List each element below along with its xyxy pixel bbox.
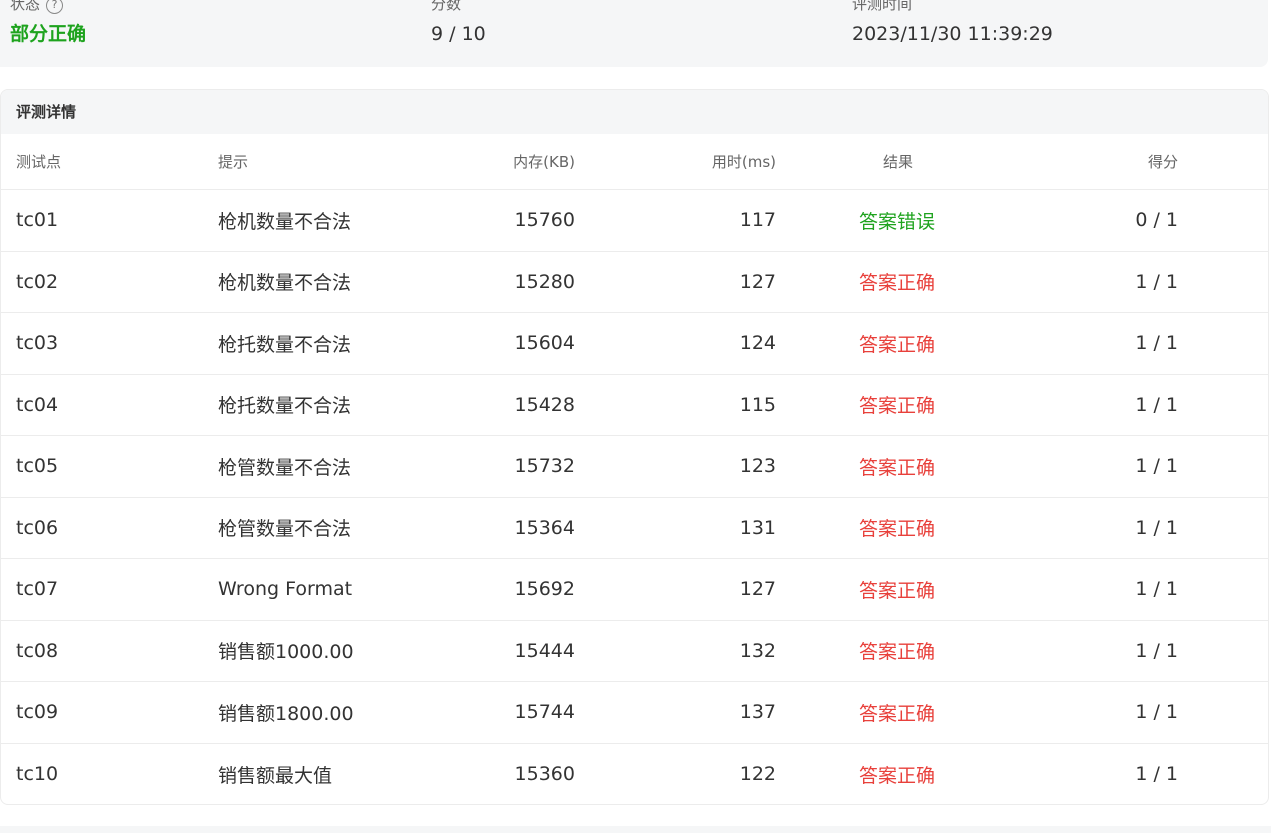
table-row: tc04 枪托数量不合法 15428 115 答案正确 1 / 1 [1,375,1268,436]
test-case-id: tc01 [16,209,59,232]
next-section-edge [0,826,1271,833]
test-case-score: 1 / 1 [1135,578,1178,601]
table-body: tc01 枪机数量不合法 15760 117 答案错误 0 / 1 tc02 枪机数量不合法 1… [1,190,1268,805]
table-row: tc05 枪管数量不合法 15732 123 答案正确 1 / 1 [1,436,1268,498]
judge-result: 答案正确 [859,333,936,356]
test-case-id: tc07 [16,578,59,601]
memory-usage: 15360 [514,763,575,786]
time-usage: 123 [739,455,776,478]
test-case-hint: 枪机数量不合法 [218,210,352,233]
table-row: tc10 销售额最大值 15360 122 答案正确 1 / 1 [1,744,1268,805]
test-case-hint: 枪管数量不合法 [218,456,352,479]
judge-details-card: 评测详情 测试点 提示 内存(KB) 用时(ms) 结果 得分 tc01 枪机数量… [0,89,1269,805]
judge-result: 答案正确 [859,764,936,787]
memory-usage: 15364 [514,516,575,539]
test-case-hint: Wrong Format [218,578,353,601]
time-usage: 137 [739,701,776,724]
judge-result: 答案错误 [859,210,936,233]
table-row: tc01 枪机数量不合法 15760 117 答案错误 0 / 1 [1,190,1268,252]
time-usage: 122 [739,763,776,786]
table-row: tc06 枪管数量不合法 15364 131 答案正确 1 / 1 [1,498,1268,559]
column-header-score: 得分 [1147,153,1178,171]
column-header-case: 测试点 [16,153,62,171]
test-case-hint: 销售额1800.00 [218,702,354,725]
memory-usage: 15732 [514,455,575,478]
score-label: 分数 [431,0,462,13]
test-case-score: 1 / 1 [1135,455,1178,478]
status-value: 部分正确 [10,23,87,45]
time-usage: 132 [739,639,776,662]
judge-result: 答案正确 [859,702,936,725]
time-usage: 115 [739,393,776,416]
table-row: tc08 销售额1000.00 15444 132 答案正确 1 / 1 [1,621,1268,682]
test-case-hint: 销售额最大值 [218,764,333,787]
test-case-score: 1 / 1 [1135,701,1178,724]
submission-summary: 状态? 部分正确 分数 9 / 10 评测时间 2023/11/30 11:39… [0,0,1268,67]
judge-result: 答案正确 [859,579,936,602]
question-circle-icon[interactable]: ? [46,0,64,14]
judge-result: 答案正确 [859,641,936,664]
time-usage: 124 [739,332,776,355]
memory-usage: 15604 [514,332,575,355]
test-case-id: tc03 [16,332,59,355]
test-case-score: 1 / 1 [1135,639,1178,662]
test-case-id: tc10 [16,763,59,786]
table-row: tc03 枪托数量不合法 15604 124 答案正确 1 / 1 [1,313,1268,375]
test-case-id: tc05 [16,455,59,478]
table-header: 测试点 提示 内存(KB) 用时(ms) 结果 得分 [1,134,1268,190]
table-row: tc09 销售额1800.00 15744 137 答案正确 1 / 1 [1,682,1268,744]
memory-usage: 15280 [514,270,575,293]
judge-time-value: 2023/11/30 11:39:29 [852,23,1053,45]
column-header-memory: 内存(KB) [513,153,575,171]
memory-usage: 15428 [514,393,575,416]
score-value: 9 / 10 [431,23,486,45]
judge-result: 答案正确 [859,518,936,541]
memory-usage: 15692 [514,578,575,601]
test-case-id: tc08 [16,639,59,662]
test-case-score: 1 / 1 [1135,270,1178,293]
time-usage: 127 [739,270,776,293]
column-header-hint: 提示 [218,153,249,171]
test-case-id: tc06 [16,516,59,539]
memory-usage: 15444 [514,639,575,662]
time-usage: 117 [739,209,776,232]
status-label-wrap: 状态? [10,0,64,14]
judge-details-title: 评测详情 [1,90,1268,134]
column-header-time: 用时(ms) [711,153,776,171]
status-label: 状态 [10,0,41,13]
column-header-result: 结果 [883,153,914,171]
table-row: tc07 Wrong Format 15692 127 答案正确 1 / 1 [1,559,1268,621]
table-row: tc02 枪机数量不合法 15280 127 答案正确 1 / 1 [1,252,1268,313]
test-case-score: 1 / 1 [1135,516,1178,539]
judge-time-label: 评测时间 [852,0,913,13]
test-case-score: 1 / 1 [1135,763,1178,786]
memory-usage: 15744 [514,701,575,724]
test-case-hint: 枪托数量不合法 [218,333,352,356]
test-case-id: tc09 [16,701,59,724]
time-usage: 127 [739,578,776,601]
test-case-hint: 枪托数量不合法 [218,395,352,418]
test-case-hint: 枪管数量不合法 [218,518,352,541]
test-case-score: 1 / 1 [1135,332,1178,355]
judge-result: 答案正确 [859,272,936,295]
test-case-hint: 销售额1000.00 [218,641,354,664]
judge-result: 答案正确 [859,395,936,418]
test-case-score: 0 / 1 [1135,209,1178,232]
test-case-hint: 枪机数量不合法 [218,272,352,295]
judge-result: 答案正确 [859,456,936,479]
time-usage: 131 [739,516,776,539]
test-case-id: tc02 [16,270,59,293]
memory-usage: 15760 [514,209,575,232]
test-case-id: tc04 [16,393,59,416]
test-case-score: 1 / 1 [1135,393,1178,416]
